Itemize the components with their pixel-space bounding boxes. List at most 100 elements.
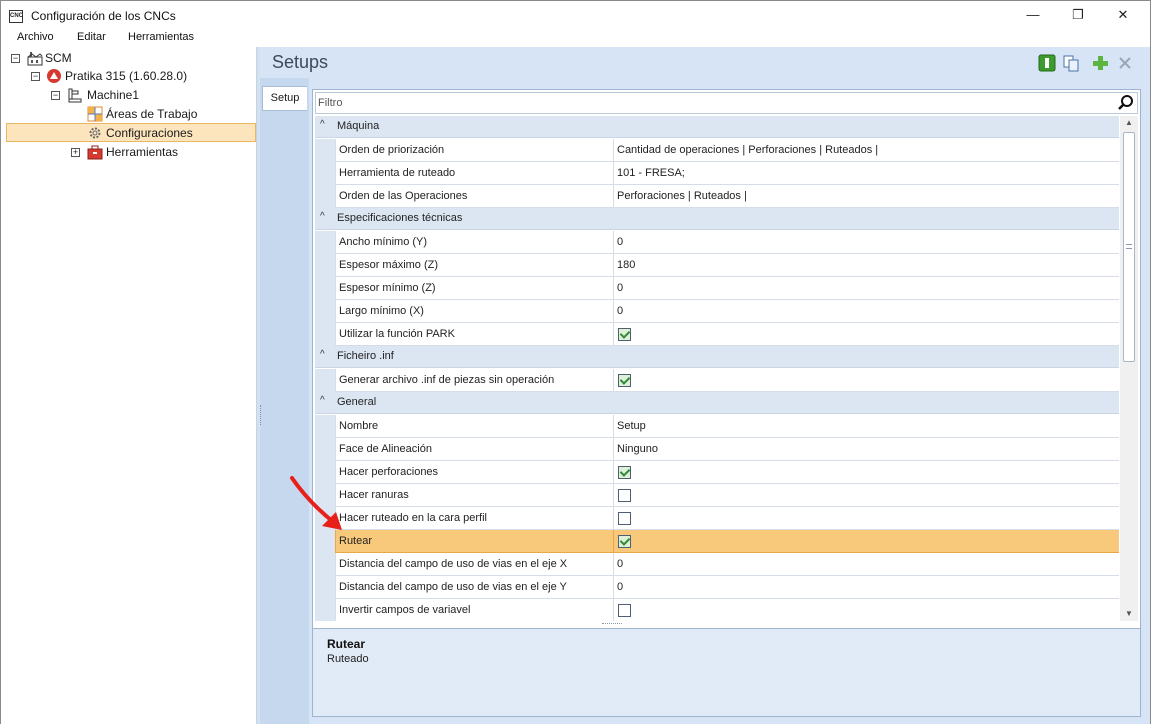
property-row[interactable]: Rutear bbox=[315, 530, 1119, 553]
property-row[interactable]: Nombre Setup bbox=[315, 415, 1119, 438]
property-row[interactable]: Distancia del campo de uso de vias en el… bbox=[315, 576, 1119, 599]
property-row[interactable]: Invertir campos de variavel bbox=[315, 599, 1119, 621]
category-header[interactable]: ^ General bbox=[315, 392, 1119, 414]
property-name: Distancia del campo de uso de vias en el… bbox=[335, 553, 614, 576]
add-icon[interactable] bbox=[1091, 54, 1109, 72]
vertical-splitter-grip[interactable] bbox=[260, 405, 263, 425]
property-row[interactable]: Espesor máximo (Z) 180 bbox=[315, 254, 1119, 277]
maximize-button[interactable]: ❐ bbox=[1055, 1, 1101, 31]
property-value[interactable] bbox=[614, 461, 1119, 484]
scroll-up-icon[interactable]: ▲ bbox=[1120, 116, 1138, 130]
property-checkbox[interactable] bbox=[618, 512, 631, 525]
property-value[interactable]: 180 bbox=[614, 254, 1119, 277]
property-row[interactable]: Hacer ranuras bbox=[315, 484, 1119, 507]
chevron-up-icon[interactable]: ^ bbox=[320, 119, 325, 130]
tree-label-scm: SCM bbox=[45, 51, 72, 65]
filter-input[interactable] bbox=[318, 94, 1108, 112]
gear-icon bbox=[89, 127, 101, 139]
property-row[interactable]: Herramienta de ruteado 101 - FRESA; bbox=[315, 162, 1119, 185]
copy-icon[interactable] bbox=[1062, 54, 1080, 72]
setups-panel: Setups Setup ^ Máquina Orden de priorizaci… bbox=[259, 47, 1151, 724]
category-label: General bbox=[337, 396, 377, 408]
description-splitter-grip[interactable] bbox=[602, 623, 622, 626]
property-name: Orden de priorización bbox=[335, 139, 614, 162]
property-checkbox[interactable] bbox=[618, 535, 631, 548]
menu-editar[interactable]: Editar bbox=[77, 31, 106, 43]
property-value[interactable]: 0 bbox=[614, 300, 1119, 323]
category-header[interactable]: ^ Máquina bbox=[315, 116, 1119, 138]
menu-archivo[interactable]: Archivo bbox=[17, 31, 54, 43]
property-row[interactable]: Orden de priorización Cantidad de operaci… bbox=[315, 139, 1119, 162]
chevron-up-icon[interactable]: ^ bbox=[320, 349, 325, 360]
close-button[interactable]: ✕ bbox=[1100, 1, 1146, 31]
tree-node-pratika[interactable]: − Pratika 315 (1.60.28.0) bbox=[1, 67, 256, 86]
property-checkbox[interactable] bbox=[618, 604, 631, 617]
property-checkbox[interactable] bbox=[618, 374, 631, 387]
chevron-up-icon[interactable]: ^ bbox=[320, 211, 325, 222]
property-value[interactable] bbox=[614, 507, 1119, 530]
tree-node-herramientas[interactable]: + Herramientas bbox=[1, 143, 256, 162]
property-value[interactable]: Ninguno bbox=[614, 438, 1119, 461]
property-value[interactable]: 0 bbox=[614, 553, 1119, 576]
tree-node-scm[interactable]: − SCM bbox=[1, 49, 256, 68]
tree-label-machine1: Machine1 bbox=[87, 88, 140, 102]
tree-node-configuraciones[interactable]: Configuraciones bbox=[1, 124, 256, 143]
page-title: Setups bbox=[272, 52, 329, 72]
tree-node-machine1[interactable]: − Machine1 bbox=[1, 86, 256, 105]
property-value[interactable] bbox=[614, 530, 1119, 553]
green-block-icon[interactable] bbox=[1038, 54, 1056, 72]
scroll-down-icon[interactable]: ▼ bbox=[1120, 607, 1138, 621]
menu-bar: Archivo Editar Herramientas bbox=[0, 30, 1151, 47]
property-value[interactable]: 0 bbox=[614, 576, 1119, 599]
property-name: Rutear bbox=[335, 530, 614, 553]
property-value[interactable] bbox=[614, 323, 1119, 346]
property-row[interactable]: Distancia del campo de uso de vias en el… bbox=[315, 553, 1119, 576]
row-gutter bbox=[315, 139, 335, 162]
property-checkbox[interactable] bbox=[618, 466, 631, 479]
property-value[interactable]: Cantidad de operaciones | Perforaciones … bbox=[614, 139, 1119, 162]
property-row[interactable]: Largo mínimo (X) 0 bbox=[315, 300, 1119, 323]
property-row[interactable]: Face de Alineación Ninguno bbox=[315, 438, 1119, 461]
property-value[interactable]: Setup bbox=[614, 415, 1119, 438]
menu-herramientas[interactable]: Herramientas bbox=[128, 31, 194, 43]
collapse-icon[interactable]: − bbox=[51, 91, 60, 100]
property-row[interactable]: Generar archivo .inf de piezas sin opera… bbox=[315, 369, 1119, 392]
property-checkbox[interactable] bbox=[618, 489, 631, 502]
property-value[interactable]: 0 bbox=[614, 277, 1119, 300]
expand-icon[interactable]: + bbox=[71, 148, 80, 157]
tab-setup[interactable]: Setup bbox=[262, 86, 307, 111]
category-header[interactable]: ^ Especificaciones técnicas bbox=[315, 208, 1119, 230]
search-icon[interactable] bbox=[1117, 94, 1135, 112]
row-gutter bbox=[315, 369, 335, 392]
property-row[interactable]: Ancho mínimo (Y) 0 bbox=[315, 231, 1119, 254]
property-checkbox[interactable] bbox=[618, 328, 631, 341]
collapse-icon[interactable]: − bbox=[11, 54, 20, 63]
property-value[interactable]: 101 - FRESA; bbox=[614, 162, 1119, 185]
vertical-tab-strip bbox=[260, 78, 309, 724]
property-value[interactable]: Perforaciones | Ruteados | bbox=[614, 185, 1119, 208]
collapse-icon[interactable]: − bbox=[31, 72, 40, 81]
delete-icon[interactable] bbox=[1116, 54, 1134, 72]
property-value[interactable] bbox=[614, 369, 1119, 392]
property-value[interactable] bbox=[614, 599, 1119, 621]
row-gutter bbox=[315, 254, 335, 277]
grid-scrollbar[interactable]: ▲ ▼ bbox=[1120, 116, 1138, 621]
property-value[interactable]: 0 bbox=[614, 231, 1119, 254]
machine-tree: − SCM − Pratika 315 (1.60.28.0) − Machin… bbox=[0, 47, 257, 724]
property-name: Largo mínimo (X) bbox=[335, 300, 614, 323]
tree-label-areas: Áreas de Trabajo bbox=[106, 107, 198, 121]
minimize-button[interactable]: — bbox=[1010, 1, 1056, 31]
property-value[interactable] bbox=[614, 484, 1119, 507]
property-row[interactable]: Hacer perforaciones bbox=[315, 461, 1119, 484]
row-gutter bbox=[315, 553, 335, 576]
scroll-thumb[interactable] bbox=[1123, 132, 1135, 362]
work-areas-icon bbox=[87, 106, 103, 122]
property-row[interactable]: Espesor mínimo (Z) 0 bbox=[315, 277, 1119, 300]
property-row[interactable]: Hacer ruteado en la cara perfil bbox=[315, 507, 1119, 530]
property-row[interactable]: Utilizar la función PARK bbox=[315, 323, 1119, 346]
category-header[interactable]: ^ Ficheiro .inf bbox=[315, 346, 1119, 368]
tree-node-areas-de-trabajo[interactable]: Áreas de Trabajo bbox=[1, 105, 256, 124]
tree-label-herramientas: Herramientas bbox=[106, 145, 179, 159]
chevron-up-icon[interactable]: ^ bbox=[320, 395, 325, 406]
property-row[interactable]: Orden de las Operaciones Perforaciones | … bbox=[315, 185, 1119, 208]
